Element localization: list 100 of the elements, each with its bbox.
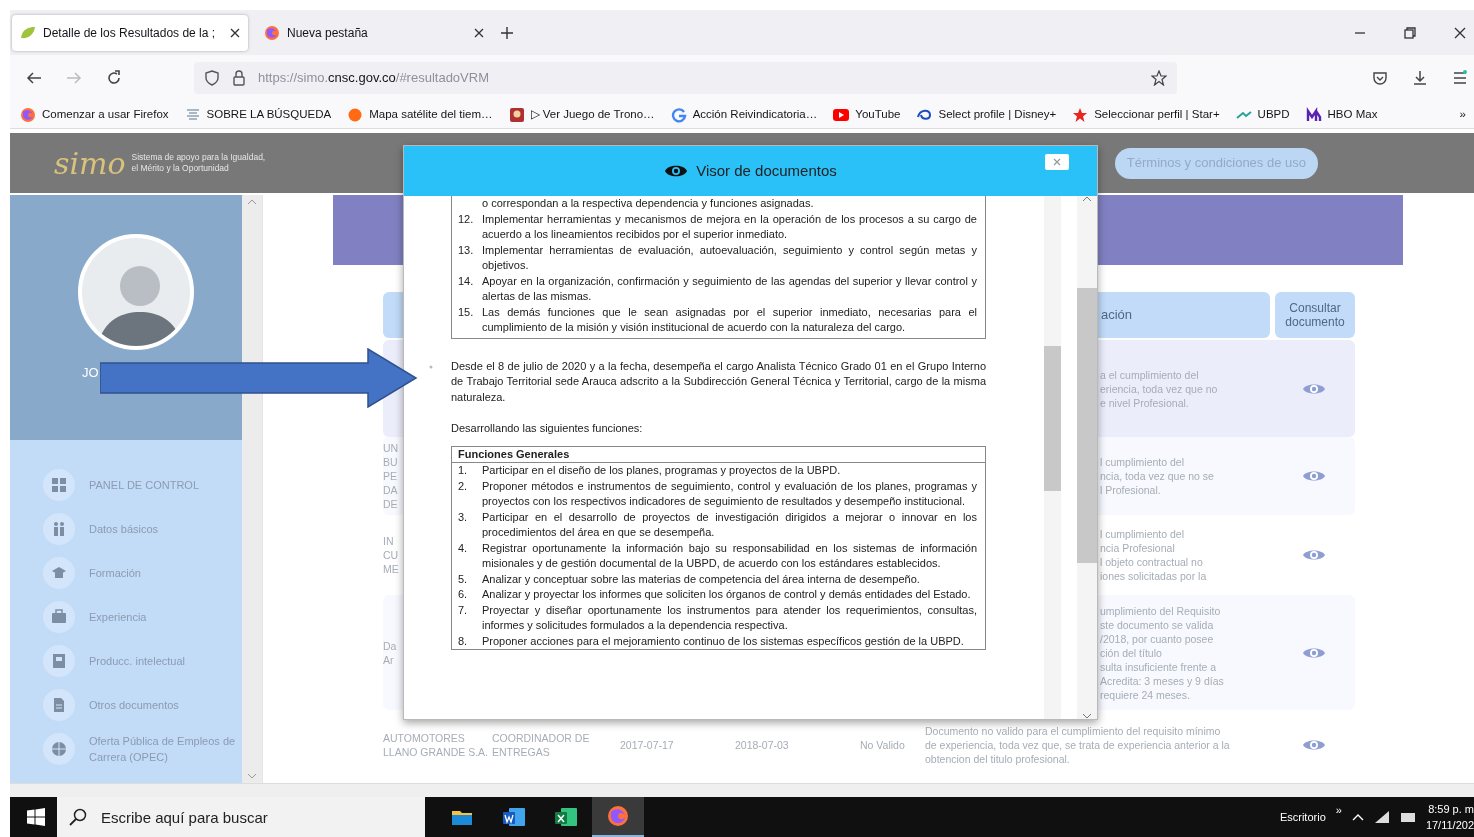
- close-button[interactable]: [1045, 154, 1069, 170]
- list-item-text: Participar en el diseño de los planes, programas y proyectos de la UBPD.: [482, 463, 842, 478]
- address-bar[interactable]: https://simo.cnsc.gov.co/#resultadoVRM: [194, 62, 1177, 94]
- functions-heading: Funciones Generales: [452, 446, 985, 463]
- list-number: 8.: [458, 633, 469, 649]
- star-icon[interactable]: [1151, 70, 1167, 86]
- table-cell-text: Ar: [383, 652, 395, 667]
- dialog-title: Visor de documentos: [696, 160, 837, 181]
- table-cell-text: DE: [383, 497, 399, 511]
- search-field[interactable]: Escribe aquí para buscar: [57, 797, 425, 837]
- windows-logo-icon[interactable]: [27, 808, 45, 826]
- column-header: Consultar documento: [1275, 292, 1355, 338]
- bookmark-link[interactable]: UBPD: [1257, 105, 1290, 124]
- close-icon[interactable]: [230, 27, 240, 38]
- bookmark-link[interactable]: ▷ Ver Juego de Trono…: [530, 105, 655, 124]
- menu-icon[interactable]: [1452, 70, 1468, 86]
- close-icon: [1053, 158, 1061, 166]
- bookmark-link[interactable]: SOBRE LA BÚSQUEDA: [206, 105, 332, 124]
- table-cell-text: ncia, toda vez que no se: [1100, 469, 1215, 483]
- list-item-text: Registrar oportunamente la información bajo su responsabilidad en los sistemas de información misionales y de gestión documental de la UBPD, de acuerdo con los estándares establecidos.: [482, 540, 977, 571]
- leaf-icon: [20, 24, 36, 41]
- pocket-icon[interactable]: [1372, 70, 1388, 86]
- list-item-text: Analizar y proyectar los informes que soliciten los órganos de control y demás entidades del Estado.: [482, 587, 972, 602]
- clock-time[interactable]: 8:59 p. m: [1425, 801, 1474, 817]
- back-icon[interactable]: [26, 70, 42, 86]
- table-cell-text: IN: [383, 534, 395, 548]
- table-cell-text: Acredita: 3 meses y 9 días: [1100, 673, 1225, 688]
- table-cell-text: UN: [383, 441, 400, 455]
- table-cell-text: COORDINADOR DE ENTREGAS: [492, 731, 591, 759]
- dot-icon: [347, 106, 364, 123]
- plus-icon[interactable]: [500, 25, 514, 40]
- list-number: 12.: [458, 211, 475, 227]
- table-cell-text: umplimiento del Requisito: [1100, 603, 1222, 618]
- table-cell-text: Documento no valido para el cumplimiento del requisito mínimo de experiencia, toda vez que, se trata de experiencia anterior a la obtencion del titulo profesional.: [925, 724, 1231, 766]
- bookmark-link[interactable]: YouTube: [855, 105, 901, 124]
- document-app-icon: [503, 806, 525, 828]
- list-item-text: Proponer acciones para el mejoramiento continuo de los sistemas específicos gestión de la UBPD.: [482, 633, 965, 649]
- table-cell-text: DA: [383, 483, 399, 497]
- eye-icon: [664, 163, 689, 179]
- spreadsheet-app-icon: [555, 806, 577, 828]
- list-number: 4.: [458, 540, 469, 556]
- reload-icon[interactable]: [106, 70, 122, 86]
- bookmark-link[interactable]: Seleccionar perfil | Star+: [1094, 105, 1220, 124]
- browser-logo-icon: [607, 805, 629, 827]
- scroll-up-icon[interactable]: [1082, 196, 1092, 202]
- table-cell-text: eriencia, toda vez que no: [1100, 381, 1219, 396]
- tagline-text: el Mérito y la Oportunidad: [131, 163, 230, 174]
- restore-icon[interactable]: [1404, 26, 1416, 39]
- bookmark-link[interactable]: Comenzar a usar Firefox: [42, 105, 169, 124]
- table-cell-text: /2018, por cuanto posee: [1100, 631, 1215, 646]
- desktop-label[interactable]: Escritorio: [1279, 808, 1326, 826]
- network-icon[interactable]: [1373, 810, 1390, 824]
- close-icon[interactable]: [1454, 26, 1466, 39]
- list-item-text: Las demás funciones que le sean asignadas por el superior inmediato, necesarias para el cumplimiento de la misión y visión institucional de acuerdo con la naturaleza del cargo.: [482, 304, 977, 335]
- document-scrollbar[interactable]: [1044, 196, 1061, 719]
- table-cell-text: requiere 24 meses.: [1100, 687, 1191, 702]
- table-cell-text: Da: [383, 638, 398, 653]
- dialog-scrollbar[interactable]: [1077, 196, 1097, 719]
- download-icon[interactable]: [1412, 70, 1428, 86]
- horizontal-scrollbar[interactable]: [10, 783, 1474, 797]
- table-cell-text: ncia Profesional: [1100, 541, 1176, 555]
- table-cell-text: e nivel Profesional.: [1100, 395, 1190, 410]
- graduation-cap-icon: [51, 565, 67, 581]
- taskbar-app-button[interactable]: [592, 797, 644, 837]
- bookmark-link[interactable]: Select profile | Disney+: [938, 105, 1057, 124]
- photo-icon: [508, 106, 525, 123]
- close-icon[interactable]: [474, 27, 484, 38]
- list-number: 14.: [458, 273, 475, 289]
- table-cell-text: iones solicitadas por la: [1100, 569, 1208, 583]
- letter-m-icon: [1305, 106, 1322, 123]
- bookmarks-overflow-button[interactable]: »: [1459, 105, 1466, 124]
- bookmark-link[interactable]: Mapa satélite del tiem…: [369, 105, 493, 124]
- tray-overflow-button[interactable]: »: [1335, 801, 1342, 819]
- scroll-down-icon[interactable]: [1082, 713, 1092, 719]
- people-icon: [51, 521, 67, 537]
- list-number: 7.: [458, 602, 469, 618]
- briefcase-icon: [51, 609, 67, 625]
- browser-logo-icon: [20, 106, 36, 123]
- chevron-up-icon[interactable]: [1351, 813, 1364, 821]
- table-cell-text: 2018-07-03: [735, 738, 790, 752]
- bookmark-link[interactable]: HBO Max: [1327, 105, 1378, 124]
- table-cell-text: No Valido: [860, 738, 906, 752]
- clock-date[interactable]: 17/11/202: [1425, 817, 1474, 833]
- list-item-text: Implementar herramientas de evaluación, autoevaluación, seguimiento y control según metas y objetivos.: [482, 242, 977, 273]
- list-number: 2.: [458, 478, 469, 494]
- table-cell-text: a el cumplimiento del: [1100, 367, 1200, 382]
- search-icon: [69, 808, 87, 826]
- document-paragraph: Desde el 8 de julio de 2020 y a la fecha, desempeña el cargo Analista Técnico Grado 01 en el Grupo Interno de Trabajo Territorial sede Arauca adscrito a la Subdirección General Técnica y Territorial, cargo de la misma naturaleza.: [451, 358, 986, 405]
- list-item-text: Participar en el desarrollo de proyectos de investigación dirigidos a mejorar o innovar en los procedimientos del área en que se desempeña.: [482, 509, 977, 540]
- browser-tab[interactable]: Nueva pestaña: [256, 14, 492, 51]
- list-item-text: o correspondan a la respectiva dependencia y funciones asignadas.: [481, 196, 815, 211]
- browser-tab[interactable]: Detalle de los Resultados de la ;: [12, 14, 248, 51]
- page-icon: [184, 106, 201, 123]
- list-item-text: Implementar herramientas y mecanismos de mejora en la operación de los procesos a su cargo de acuerdo a los lineamientos recibidos por el superior inmediato.: [482, 211, 977, 242]
- table-cell-text: AUTOMOTORES LLANO GRANDE S.A.: [383, 731, 490, 759]
- arc-icon: [670, 106, 687, 123]
- bookmark-link[interactable]: Acción Reivindicatoria…: [692, 105, 818, 124]
- list-item-text: Analizar y conceptuar sobre las materias de competencia del área interna de desempeño.: [482, 571, 921, 587]
- globe-icon: [51, 741, 67, 757]
- grid-icon: [51, 477, 67, 493]
